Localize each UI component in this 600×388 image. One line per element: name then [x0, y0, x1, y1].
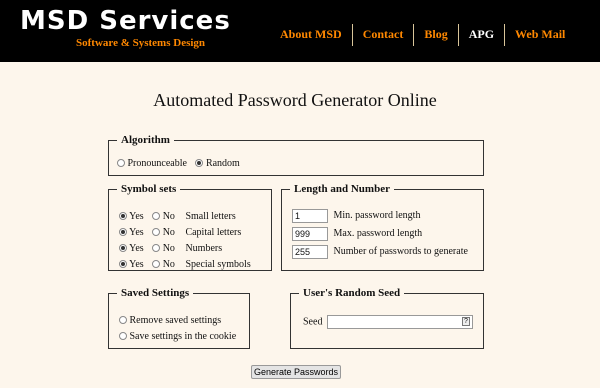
random-seed-group: User's Random Seed Seed ? — [290, 287, 484, 349]
min-length-input[interactable]: 1 — [292, 209, 328, 223]
algorithm-group: Algorithm Pronounceable Random — [108, 134, 484, 176]
radio-numbers-no[interactable] — [152, 244, 161, 252]
symbol-sets-group: Symbol sets Yes No Small letters Yes No … — [108, 183, 272, 271]
radio-small-no[interactable] — [152, 212, 161, 220]
random-label: Random — [205, 158, 240, 169]
no-label: No — [162, 243, 175, 254]
no-label: No — [162, 227, 175, 238]
save-cookie-label: Save settings in the cookie — [129, 331, 237, 342]
main-nav: About MSD Contact Blog APG Web Mail — [270, 24, 575, 46]
yes-label: Yes — [129, 227, 144, 238]
saved-settings-group: Saved Settings Remove saved settings Sav… — [108, 287, 250, 349]
no-label: No — [162, 211, 175, 222]
length-number-legend: Length and Number — [294, 183, 390, 195]
symbol-row-capital: Yes No Capital letters — [119, 227, 241, 238]
algorithm-random-option[interactable]: Random — [195, 158, 240, 169]
radio-small-yes[interactable] — [119, 212, 127, 220]
page-title: Automated Password Generator Online — [153, 90, 437, 110]
special-symbols-label: Special symbols — [185, 259, 251, 270]
no-label: No — [162, 259, 175, 270]
radio-save-cookie[interactable] — [119, 332, 127, 340]
length-number-group: Length and Number 1 Min. password length… — [281, 183, 484, 271]
yes-label: Yes — [129, 259, 144, 270]
random-seed-legend: User's Random Seed — [303, 287, 401, 299]
max-length-label: Max. password length — [333, 228, 423, 240]
radio-special-yes[interactable] — [119, 260, 127, 268]
pronounceable-label: Pronounceable — [127, 158, 187, 169]
seed-input[interactable]: ? — [326, 315, 473, 329]
symbol-row-special: Yes No Special symbols — [119, 259, 251, 270]
min-length-label: Min. password length — [333, 210, 421, 222]
site-tagline: Software & Systems Design — [76, 37, 206, 49]
seed-label: Seed — [303, 316, 323, 328]
radio-capital-yes[interactable] — [119, 228, 127, 236]
help-icon[interactable]: ? — [461, 317, 470, 326]
site-header: MSD Services Software & Systems Design A… — [0, 0, 600, 62]
yes-label: Yes — [129, 211, 144, 222]
max-length-input[interactable]: 999 — [292, 227, 328, 241]
nav-contact[interactable]: Contact — [351, 24, 414, 46]
capital-letters-label: Capital letters — [185, 227, 242, 238]
symbol-sets-legend: Symbol sets — [121, 183, 177, 195]
radio-pronounceable[interactable] — [117, 159, 125, 167]
password-count-input[interactable]: 255 — [292, 245, 328, 259]
small-letters-label: Small letters — [185, 211, 236, 222]
nav-blog[interactable]: Blog — [413, 24, 457, 46]
nav-apg[interactable]: APG — [457, 24, 504, 46]
nav-about[interactable]: About MSD — [270, 24, 352, 46]
yes-label: Yes — [129, 243, 144, 254]
symbol-row-numbers: Yes No Numbers — [119, 243, 222, 254]
numbers-label: Numbers — [185, 243, 223, 254]
radio-special-no[interactable] — [152, 260, 161, 268]
saved-settings-legend: Saved Settings — [121, 287, 190, 299]
algorithm-legend: Algorithm — [121, 134, 170, 146]
symbol-row-small: Yes No Small letters — [119, 211, 236, 222]
site-logo[interactable]: MSD Services — [20, 6, 231, 36]
remove-settings-label: Remove saved settings — [129, 315, 222, 326]
save-cookie-option[interactable]: Save settings in the cookie — [119, 331, 236, 342]
radio-capital-no[interactable] — [152, 228, 161, 236]
generate-passwords-button[interactable]: Generate Passwords — [251, 365, 341, 379]
radio-random[interactable] — [195, 159, 204, 167]
radio-numbers-yes[interactable] — [119, 244, 127, 252]
radio-remove-settings[interactable] — [119, 316, 127, 324]
algorithm-pronounceable-option[interactable]: Pronounceable — [117, 158, 187, 169]
password-count-label: Number of passwords to generate — [333, 246, 468, 258]
remove-settings-option[interactable]: Remove saved settings — [119, 315, 221, 326]
nav-webmail[interactable]: Web Mail — [504, 24, 575, 46]
